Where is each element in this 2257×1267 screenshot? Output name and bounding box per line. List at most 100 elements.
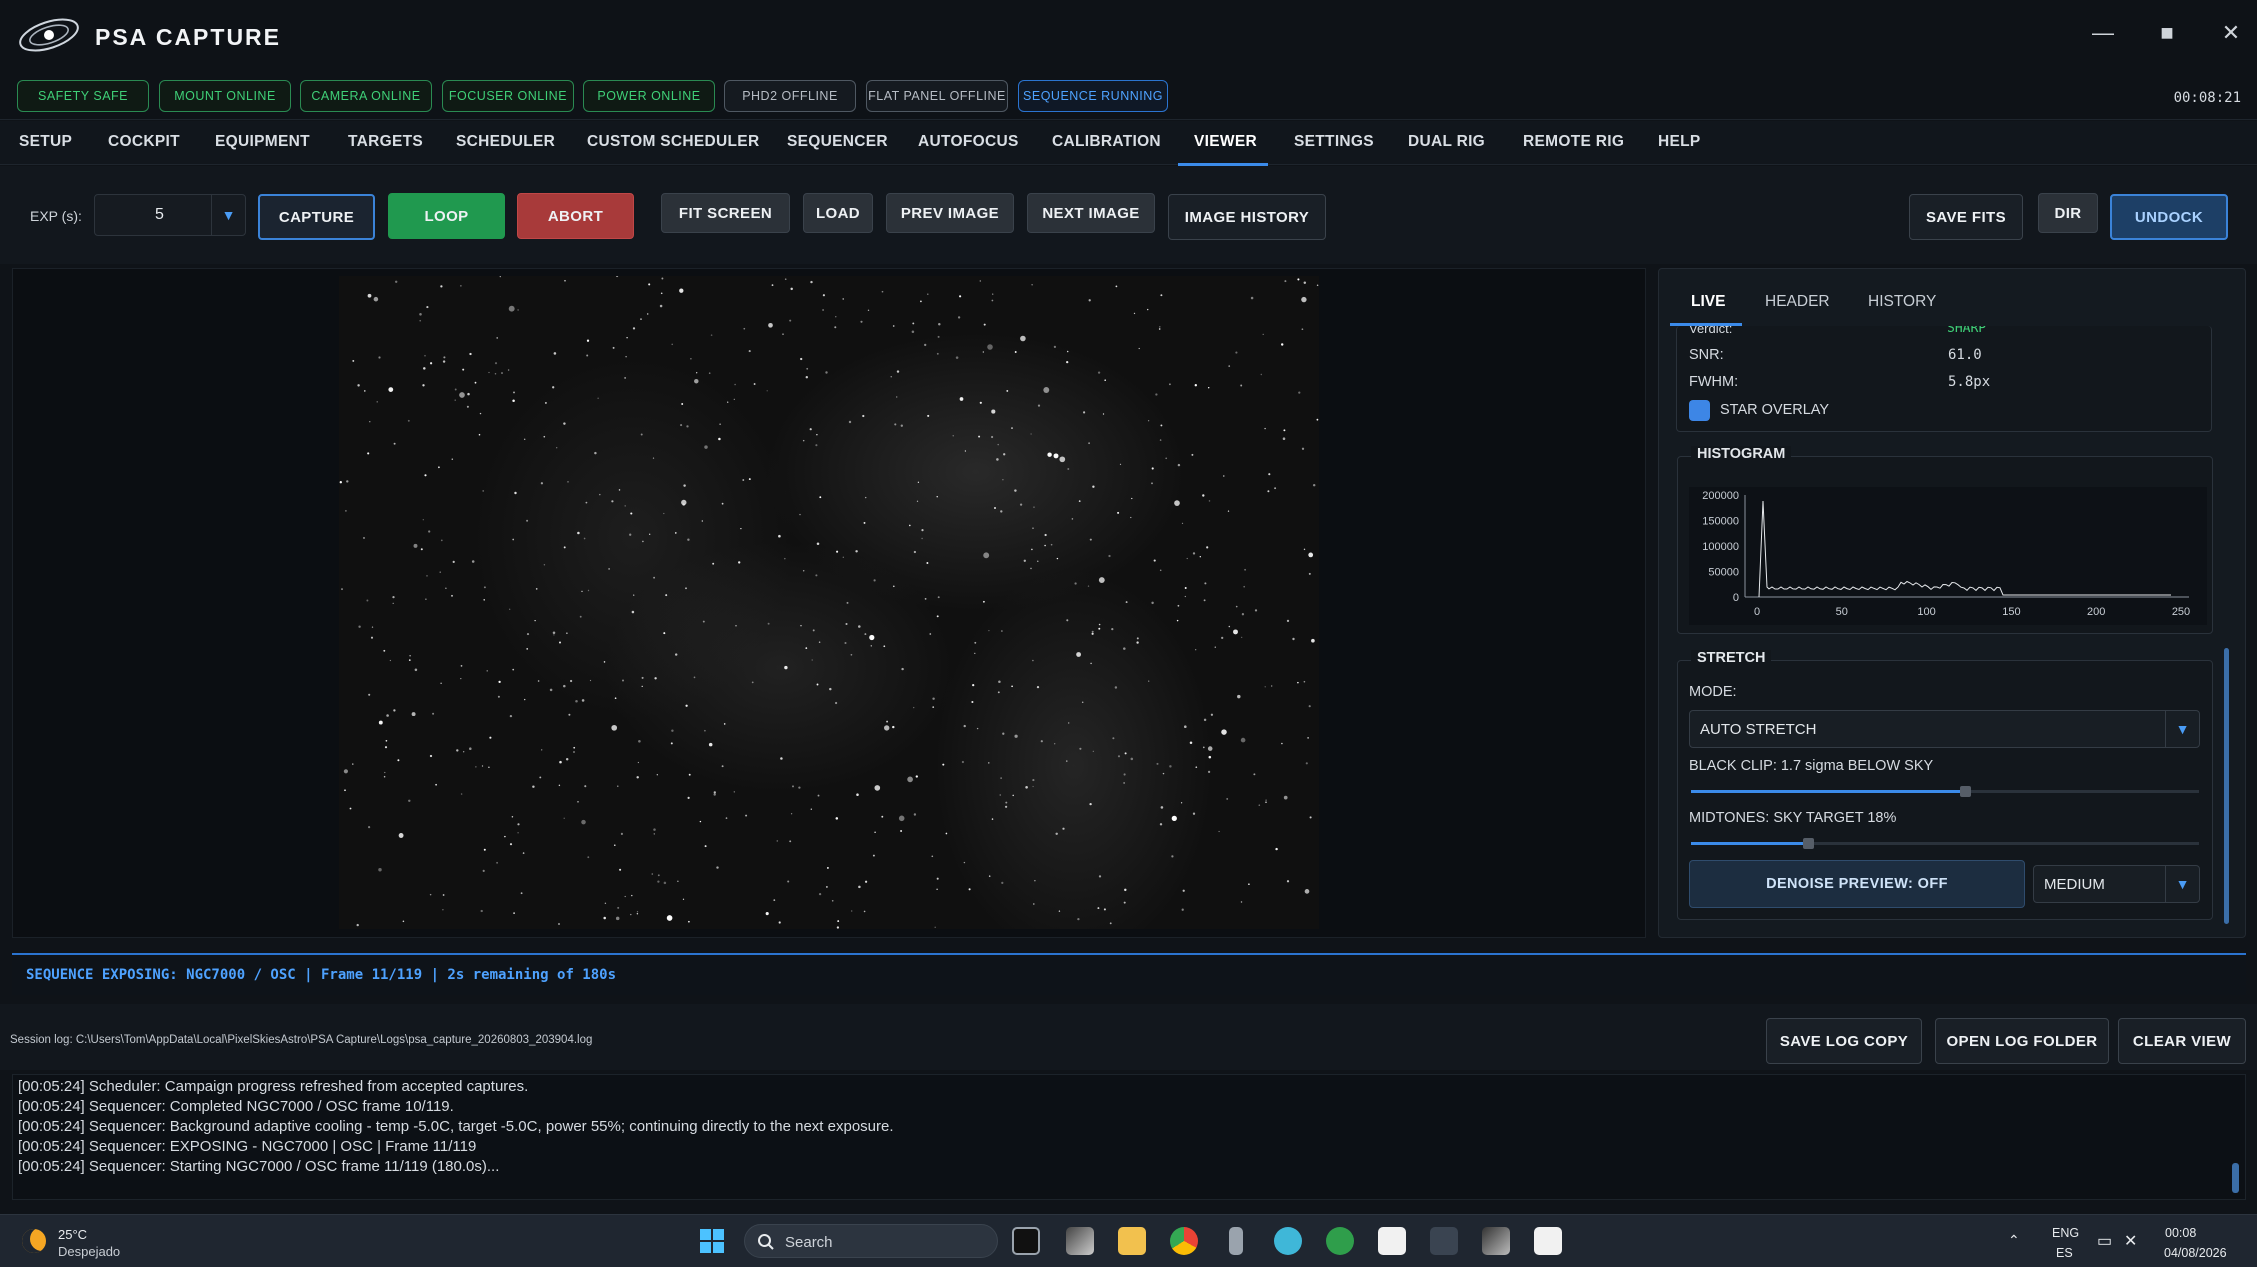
tab-dual-rig[interactable]: DUAL RIG xyxy=(1408,133,1485,151)
astro-app-icon[interactable] xyxy=(1326,1227,1354,1255)
chevron-down-icon[interactable]: ▼ xyxy=(211,195,245,235)
abort-button[interactable]: ABORT xyxy=(517,193,634,239)
chrome-icon[interactable] xyxy=(1170,1227,1198,1255)
weather-desc[interactable]: Despejado xyxy=(58,1244,120,1259)
denoise-preview-button[interactable]: DENOISE PREVIEW: OFF xyxy=(1689,860,2025,908)
star xyxy=(517,832,519,834)
maximize-button[interactable]: ■ xyxy=(2147,20,2187,46)
next-image-button[interactable]: NEXT IMAGE xyxy=(1027,193,1155,233)
star-overlay-checkbox[interactable] xyxy=(1689,400,1710,421)
speaker-mute-icon[interactable]: ✕ xyxy=(2124,1231,2137,1251)
star xyxy=(802,570,805,572)
load-button[interactable]: LOAD xyxy=(803,193,873,233)
clear-view-button[interactable]: CLEAR VIEW xyxy=(2118,1018,2246,1064)
tab-sequencer[interactable]: SEQUENCER xyxy=(787,133,888,151)
panel-tab-header[interactable]: HEADER xyxy=(1765,293,1830,311)
tab-scheduler[interactable]: SCHEDULER xyxy=(456,133,555,151)
star xyxy=(420,548,423,551)
star xyxy=(1124,888,1127,892)
midtones-handle[interactable] xyxy=(1803,838,1814,849)
star xyxy=(907,776,913,783)
astro-image[interactable] xyxy=(339,276,1319,929)
psa-capture-taskbar-icon[interactable] xyxy=(1430,1227,1458,1255)
p-app-icon[interactable] xyxy=(1378,1227,1406,1255)
star xyxy=(1241,613,1245,616)
image-history-button[interactable]: IMAGE HISTORY xyxy=(1168,194,1326,240)
windows-start-icon[interactable] xyxy=(698,1227,726,1255)
tab-equipment[interactable]: EQUIPMENT xyxy=(215,133,310,151)
star xyxy=(1151,467,1154,470)
open-log-folder-button[interactable]: OPEN LOG FOLDER xyxy=(1935,1018,2109,1064)
chevron-down-icon[interactable]: ▼ xyxy=(2165,866,2199,902)
star xyxy=(1025,786,1028,789)
panel-tab-history[interactable]: HISTORY xyxy=(1868,293,1936,311)
star xyxy=(1292,637,1295,641)
star xyxy=(638,740,641,743)
tab-settings[interactable]: SETTINGS xyxy=(1294,133,1374,151)
star xyxy=(688,773,691,776)
minimize-button[interactable]: — xyxy=(2083,20,2123,46)
star xyxy=(696,372,698,374)
weather-temp[interactable]: 25°C xyxy=(58,1227,87,1242)
star xyxy=(1282,437,1286,440)
tray-region[interactable]: ES xyxy=(2056,1246,2073,1260)
dir-button[interactable]: DIR xyxy=(2038,193,2098,233)
app-icon[interactable] xyxy=(1482,1227,1510,1255)
device-icon[interactable] xyxy=(1229,1227,1243,1255)
network-icon[interactable]: ▭ xyxy=(2097,1231,2112,1251)
star xyxy=(419,313,422,316)
tab-help[interactable]: HELP xyxy=(1658,133,1701,151)
exposure-input[interactable]: 5 ▼ xyxy=(94,194,246,236)
log-line: [00:05:24] Scheduler: Campaign progress … xyxy=(18,1078,529,1095)
star xyxy=(614,844,616,847)
star xyxy=(1117,755,1121,758)
star xyxy=(915,775,918,778)
star xyxy=(968,888,971,891)
black-clip-handle[interactable] xyxy=(1960,786,1971,797)
log-scrollbar[interactable] xyxy=(2232,1163,2239,1193)
tab-cockpit[interactable]: COCKPIT xyxy=(108,133,180,151)
capture-button[interactable]: CAPTURE xyxy=(258,194,375,240)
taskbar-search[interactable]: Search xyxy=(744,1224,998,1258)
star xyxy=(376,401,378,403)
panel-scrollbar[interactable] xyxy=(2224,648,2229,924)
app-icon[interactable] xyxy=(1066,1227,1094,1255)
log-output[interactable]: [00:05:24] Scheduler: Campaign progress … xyxy=(12,1074,2246,1200)
star xyxy=(856,793,859,796)
cloud-app-icon[interactable] xyxy=(1274,1227,1302,1255)
star xyxy=(988,875,991,877)
undock-button[interactable]: UNDOCK xyxy=(2110,194,2228,240)
star xyxy=(368,693,371,696)
save-fits-button[interactable]: SAVE FITS xyxy=(1909,194,2023,240)
fit-screen-button[interactable]: FIT SCREEN xyxy=(661,193,790,233)
loop-button[interactable]: LOOP xyxy=(388,193,505,239)
tray-date[interactable]: 04/08/2026 xyxy=(2164,1246,2227,1260)
file-explorer-icon[interactable] xyxy=(1118,1227,1146,1255)
chevron-down-icon[interactable]: ▼ xyxy=(2165,711,2199,747)
prev-image-button[interactable]: PREV IMAGE xyxy=(886,193,1014,233)
tray-lang[interactable]: ENG xyxy=(2052,1226,2079,1240)
star xyxy=(383,649,386,652)
tab-targets[interactable]: TARGETS xyxy=(348,133,423,151)
weather-moon-icon[interactable] xyxy=(22,1229,46,1253)
tab-remote-rig[interactable]: REMOTE RIG xyxy=(1523,133,1624,151)
stretch-mode-select[interactable]: AUTO STRETCH ▼ xyxy=(1689,710,2200,748)
star xyxy=(1124,752,1127,755)
star xyxy=(734,383,736,386)
star xyxy=(886,720,889,723)
tab-setup[interactable]: SETUP xyxy=(19,133,72,151)
tab-viewer[interactable]: VIEWER xyxy=(1194,133,1257,151)
tray-time[interactable]: 00:08 xyxy=(2165,1226,2196,1240)
star xyxy=(1123,773,1126,776)
tab-calibration[interactable]: CALIBRATION xyxy=(1052,133,1161,151)
tray-chevron-icon[interactable]: ⌃ xyxy=(2008,1232,2020,1249)
close-button[interactable]: ✕ xyxy=(2211,20,2251,46)
denoise-level-select[interactable]: MEDIUM ▼ xyxy=(2033,865,2200,903)
task-view-icon[interactable] xyxy=(1012,1227,1040,1255)
tab-custom-scheduler[interactable]: CUSTOM SCHEDULER xyxy=(587,133,759,151)
save-log-copy-button[interactable]: SAVE LOG COPY xyxy=(1766,1018,1922,1064)
panel-tab-live[interactable]: LIVE xyxy=(1691,293,1725,311)
tab-autofocus[interactable]: AUTOFOCUS xyxy=(918,133,1019,151)
p-app-icon[interactable] xyxy=(1534,1227,1562,1255)
star xyxy=(1068,722,1070,724)
